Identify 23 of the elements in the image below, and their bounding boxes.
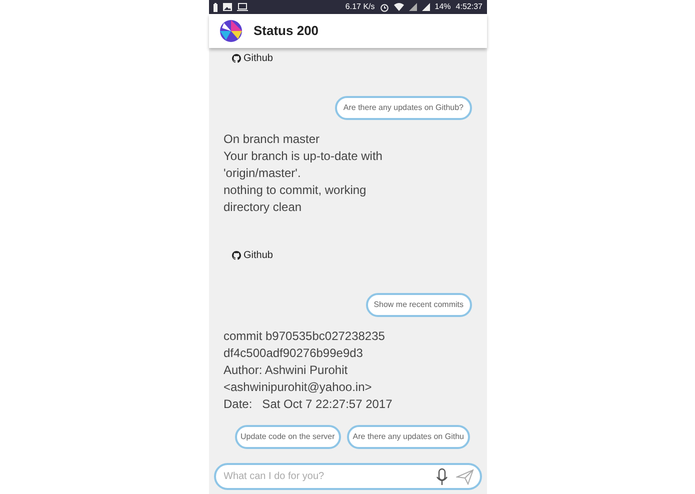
microphone-icon[interactable] [436, 468, 448, 486]
clock: 4:52:37 [456, 1, 482, 13]
bot-message: On branch master Your branch is up-to-date with 'origin/master'. nothing to commit, working directory clean [224, 131, 384, 216]
suggestion-chip[interactable]: Update code on the server [234, 425, 341, 449]
github-icon [232, 251, 240, 260]
alarm-icon [380, 2, 389, 12]
github-icon [232, 54, 240, 63]
battery-level: 14% [434, 1, 451, 13]
suggestion-chip[interactable]: Are there any updates on Githu [346, 425, 470, 449]
app-title: Status 200 [254, 22, 319, 40]
message-input-field[interactable]: What can I do for you? [224, 469, 436, 484]
source-label: Github [244, 249, 273, 263]
wifi-icon [394, 3, 404, 11]
user-message-bubble: Are there any updates on Github? [335, 96, 472, 120]
bot-message: commit b970535bc027238235 df4c500adf90276b99e9d3 Author: Ashwini Purohit <ashwinipurohit@yahoo.in> Date: Sat Oct 7 22:27:57 2017 [224, 328, 394, 413]
battery-icon [212, 2, 218, 12]
app-logo-icon [220, 20, 242, 42]
image-icon [222, 3, 232, 11]
source-label: Github [244, 52, 273, 66]
laptop-icon [236, 3, 248, 11]
user-message-bubble: Show me recent commits [366, 293, 472, 317]
network-speed: 6.17 K/s [345, 1, 375, 13]
message-input-bar[interactable]: What can I do for you? [214, 463, 482, 490]
